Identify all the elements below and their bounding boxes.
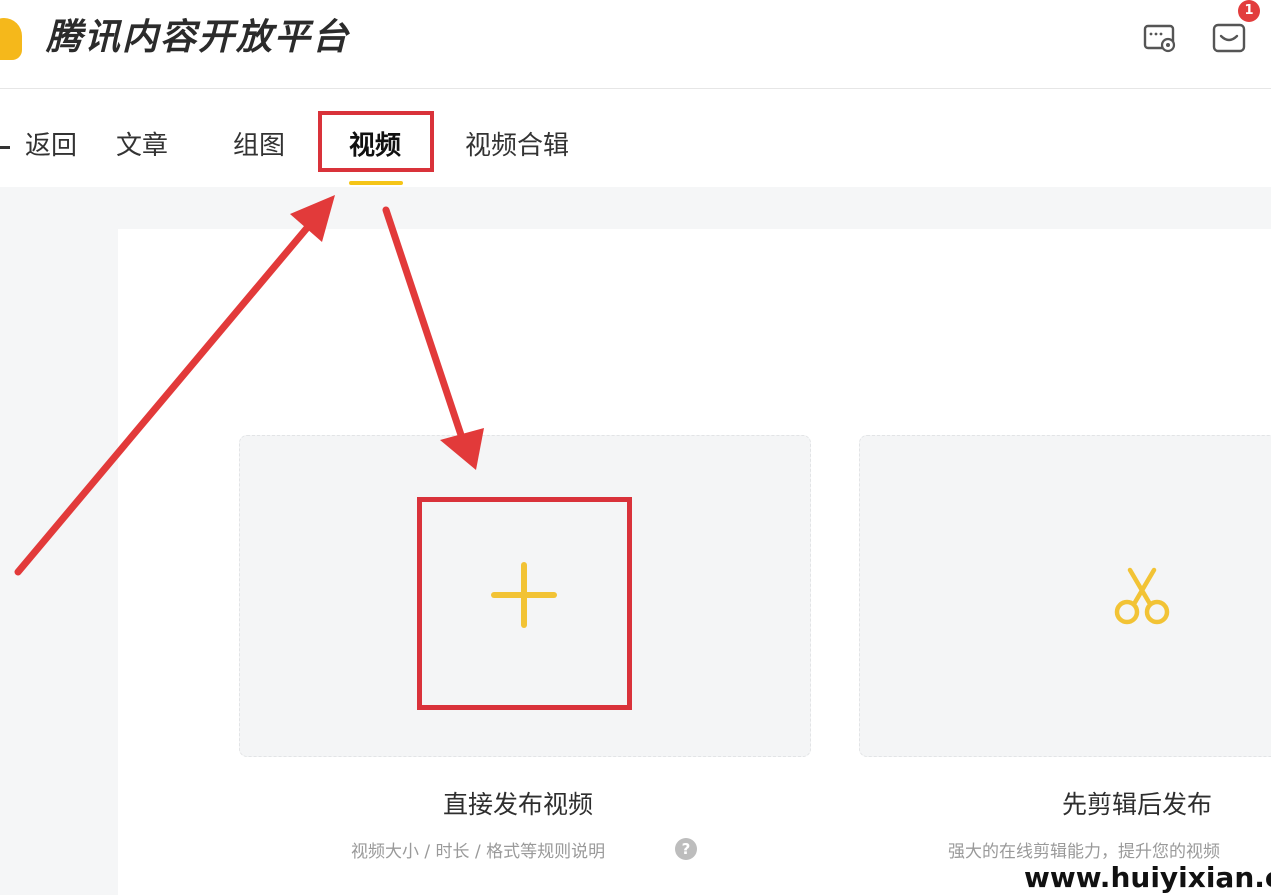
direct-publish-title: 直接发布视频 (443, 790, 594, 819)
brand-title: 腾讯内容开放平台 (46, 17, 351, 58)
annotation-highlight-video-tab (318, 111, 434, 172)
logo-icon (0, 18, 22, 60)
tab-article[interactable]: 文章 (116, 128, 168, 164)
direct-publish-rules[interactable]: 视频大小 / 时长 / 格式等规则说明 (351, 840, 605, 864)
message-icon[interactable] (1211, 20, 1247, 56)
back-link[interactable]: 返回 (25, 128, 77, 164)
tab-gallery[interactable]: 组图 (233, 128, 285, 164)
edit-publish-title: 先剪辑后发布 (1062, 790, 1213, 819)
settings-icon[interactable] (1142, 20, 1178, 56)
edit-publish-card[interactable] (859, 435, 1271, 757)
tab-video-collection[interactable]: 视频合辑 (465, 128, 569, 164)
back-arrow-icon[interactable] (0, 146, 10, 149)
annotation-highlight-upload (417, 497, 632, 710)
message-badge: 1 (1238, 0, 1260, 22)
watermark: www.huiyixian.com (1024, 861, 1271, 894)
active-tab-indicator (349, 181, 403, 185)
top-header: 腾讯内容开放平台 1 (0, 0, 1271, 89)
content-type-nav (0, 90, 1271, 185)
help-icon[interactable]: ? (675, 838, 697, 860)
scissors-icon (1114, 567, 1170, 625)
